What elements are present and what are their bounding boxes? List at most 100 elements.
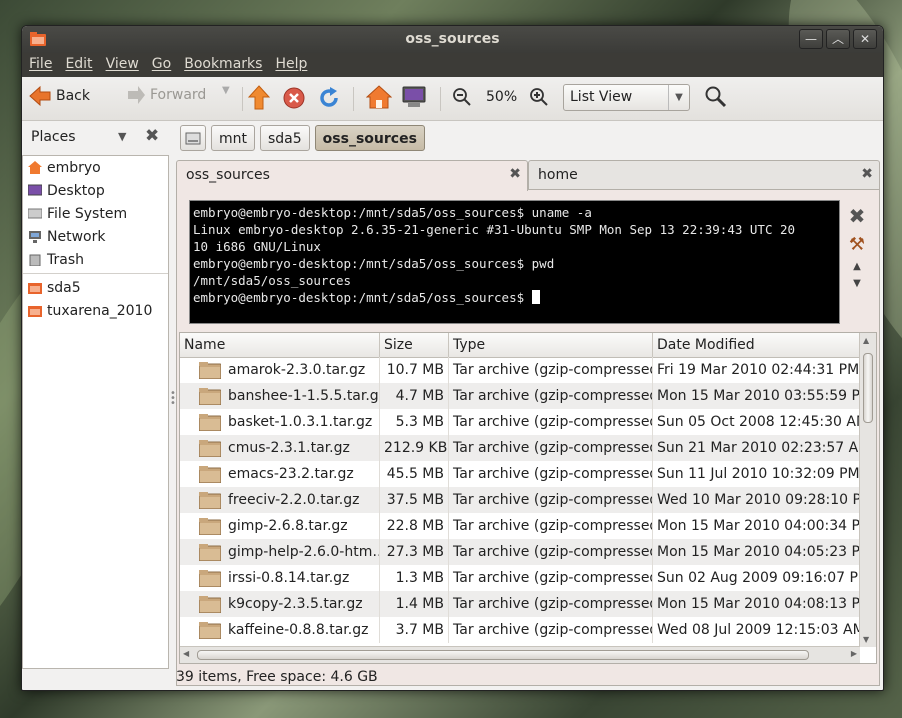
column-header-date[interactable]: Date Modified — [653, 333, 860, 357]
path-sda5-button[interactable]: sda5 — [260, 125, 310, 151]
scroll-down-icon[interactable]: ▼ — [853, 278, 861, 289]
minimize-button[interactable]: — — [799, 29, 823, 49]
vertical-scroll-thumb[interactable] — [863, 353, 873, 423]
path-oss-sources-button[interactable]: oss_sources — [314, 125, 425, 151]
table-row[interactable]: banshee-1-1.5.5.tar.gz 4.7 MB Tar archive … — [180, 383, 860, 409]
sidebar-item-filesystem[interactable]: File System — [23, 202, 168, 225]
horizontal-scrollbar[interactable]: ◀ ▶ — [180, 646, 860, 663]
cell-name: k9copy-2.3.5.tar.gz — [224, 591, 380, 617]
folder-archive-icon — [199, 388, 221, 405]
close-button[interactable]: ✕ — [853, 29, 877, 49]
forward-history-dropdown[interactable]: ▼ — [222, 85, 230, 96]
scroll-up-arrow-icon[interactable]: ▲ — [863, 336, 869, 345]
cell-date: Mon 15 Mar 2010 04:08:13 PM — [657, 596, 860, 612]
sidebar-item-desktop[interactable]: Desktop — [23, 179, 168, 202]
cell-date: Wed 10 Mar 2010 09:28:10 PM — [657, 492, 860, 508]
path-root-button[interactable] — [180, 125, 206, 151]
close-tab-icon[interactable]: ✖ — [509, 166, 521, 182]
folder-archive-icon — [199, 596, 221, 613]
menu-bookmarks[interactable]: Bookmarks — [177, 53, 268, 72]
menu-edit[interactable]: Edit — [58, 53, 98, 72]
view-mode-select[interactable]: List View ▼ — [563, 84, 690, 111]
cell-date: Fri 19 Mar 2010 02:44:31 PM EE — [657, 362, 860, 378]
folder-archive-icon — [199, 414, 221, 431]
folder-archive-icon — [199, 440, 221, 457]
sidebar-item-sda5[interactable]: sda5 — [23, 276, 168, 299]
zoom-level[interactable]: 50% — [486, 89, 517, 105]
table-row[interactable]: kaffeine-0.8.8.tar.gz 3.7 MB Tar archive (… — [180, 617, 860, 643]
back-arrow-icon — [29, 85, 51, 107]
cell-size: 1.4 MB — [380, 591, 449, 617]
cell-date: Mon 15 Mar 2010 03:55:59 PM — [657, 388, 860, 404]
menu-go[interactable]: Go — [145, 53, 177, 72]
path-mnt-button[interactable]: mnt — [211, 125, 255, 151]
titlebar[interactable]: oss_sources — ︿ ✕ — [22, 26, 883, 53]
table-row[interactable]: gimp-2.6.8.tar.gz 22.8 MB Tar archive (gzi… — [180, 513, 860, 539]
table-row[interactable]: k9copy-2.3.5.tar.gz 1.4 MB Tar archive (gz… — [180, 591, 860, 617]
search-icon[interactable] — [705, 86, 727, 108]
close-sidebar-icon[interactable]: ✖ — [145, 126, 159, 146]
cell-size: 3.7 MB — [380, 617, 449, 643]
close-terminal-icon[interactable]: ✖ — [849, 204, 866, 228]
table-row[interactable]: basket-1.0.3.1.tar.gz 5.3 MB Tar archive (… — [180, 409, 860, 435]
home-icon[interactable] — [366, 85, 392, 109]
stop-icon[interactable] — [283, 87, 305, 109]
window-title: oss_sources — [405, 31, 500, 47]
computer-icon[interactable] — [402, 86, 426, 108]
tab-label: oss_sources — [186, 167, 270, 183]
network-icon — [29, 231, 41, 243]
trash-icon — [29, 254, 41, 266]
table-row[interactable]: emacs-23.2.tar.gz 45.5 MB Tar archive (gzi… — [180, 461, 860, 487]
menu-help[interactable]: Help — [268, 53, 313, 72]
folder-archive-icon — [199, 362, 221, 379]
cell-date: Sun 21 Mar 2010 02:23:57 AM E — [657, 440, 860, 456]
pane-resize-handle[interactable]: • • • — [170, 389, 176, 409]
tab-home[interactable]: home ✖ — [528, 160, 880, 190]
close-tab-icon[interactable]: ✖ — [861, 166, 873, 182]
reload-icon[interactable] — [318, 87, 340, 109]
sidebar-item-embryo[interactable]: embryo — [23, 156, 168, 179]
places-dropdown-icon[interactable]: ▼ — [118, 130, 126, 143]
zoom-in-icon[interactable] — [530, 88, 548, 106]
cell-date: Sun 05 Oct 2008 12:45:30 AM E — [657, 414, 860, 430]
tools-icon[interactable]: ⚒ — [849, 234, 865, 255]
forward-button[interactable]: Forward — [126, 85, 206, 105]
column-header-type[interactable]: Type — [449, 333, 653, 357]
vertical-scrollbar[interactable]: ▲ ▼ — [859, 333, 876, 647]
path-bar: mnt sda5 oss_sources — [180, 125, 425, 151]
cell-type: Tar archive (gzip-compressed) — [449, 461, 653, 487]
cell-name: banshee-1-1.5.5.tar.gz — [224, 383, 380, 409]
scroll-right-arrow-icon[interactable]: ▶ — [851, 649, 857, 658]
column-header-size[interactable]: Size — [380, 333, 449, 357]
menu-view[interactable]: View — [99, 53, 145, 72]
zoom-out-icon[interactable] — [453, 88, 471, 106]
scroll-down-arrow-icon[interactable]: ▼ — [863, 635, 869, 644]
column-header-name[interactable]: Name — [180, 333, 380, 357]
terminal-controls: ✖ ⚒ ▲ ▼ — [846, 204, 868, 289]
table-row[interactable]: irssi-0.8.14.tar.gz 1.3 MB Tar archive (gz… — [180, 565, 860, 591]
menu-file[interactable]: File — [22, 53, 58, 72]
cell-type: Tar archive (gzip-compressed) — [449, 617, 653, 643]
up-arrow-icon[interactable] — [248, 85, 270, 111]
table-row[interactable]: gimp-help-2.6.0-htm… 27.3 MB Tar archive (… — [180, 539, 860, 565]
scroll-up-icon[interactable]: ▲ — [853, 261, 861, 272]
maximize-button[interactable]: ︿ — [826, 29, 850, 49]
sidebar-item-tuxarena[interactable]: tuxarena_2010 — [23, 299, 168, 322]
scroll-left-arrow-icon[interactable]: ◀ — [183, 649, 189, 658]
table-row[interactable]: amarok-2.3.0.tar.gz 10.7 MB Tar archive (g… — [180, 357, 860, 383]
back-label: Back — [56, 88, 90, 104]
sidebar-item-network[interactable]: Network — [23, 225, 168, 248]
embedded-terminal[interactable]: embryo@embryo-desktop:/mnt/sda5/oss_sour… — [189, 200, 840, 324]
folder-archive-icon — [199, 544, 221, 561]
tab-oss-sources[interactable]: oss_sources ✖ — [176, 160, 528, 191]
horizontal-scroll-thumb[interactable] — [197, 650, 809, 660]
file-manager-window: oss_sources — ︿ ✕ File Edit View Go Bookmark… — [21, 25, 884, 691]
table-row[interactable]: cmus-2.3.1.tar.gz 212.9 KB Tar archive (gz… — [180, 435, 860, 461]
folder-archive-icon — [199, 518, 221, 535]
terminal-cursor — [531, 290, 540, 304]
table-row[interactable]: freeciv-2.2.0.tar.gz 37.5 MB Tar archive (… — [180, 487, 860, 513]
cell-type: Tar archive (gzip-compressed) — [449, 539, 653, 565]
back-button[interactable]: Back — [28, 85, 90, 107]
sidebar-item-trash[interactable]: Trash — [23, 248, 168, 271]
places-label: Places — [31, 129, 76, 145]
